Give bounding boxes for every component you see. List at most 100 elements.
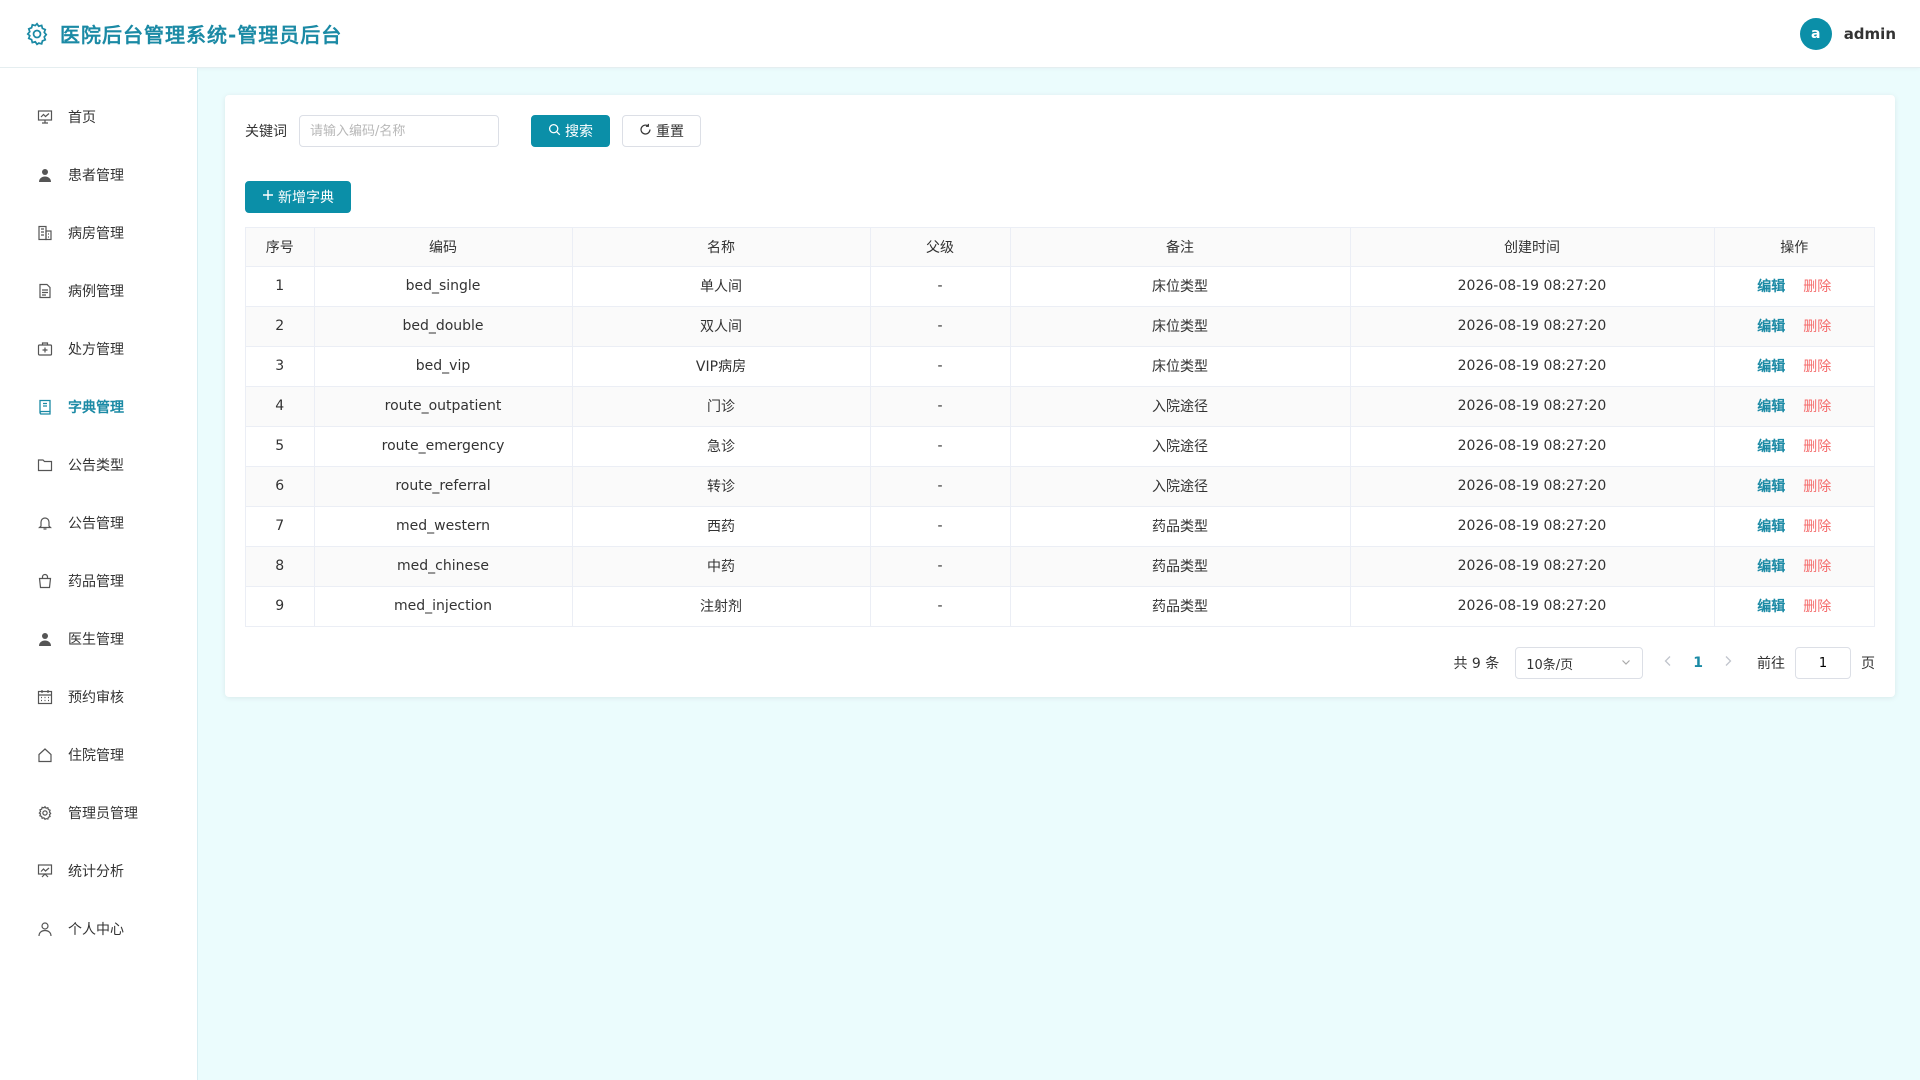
cell-index: 7 (246, 506, 315, 547)
delete-link[interactable]: 删除 (1803, 399, 1831, 415)
cell-remark: 床位类型 (1010, 346, 1351, 387)
edit-link[interactable]: 编辑 (1757, 519, 1785, 535)
cell-created: 2026-08-19 08:27:20 (1350, 466, 1715, 507)
chevron-down-icon (1620, 656, 1632, 671)
bell-icon (36, 514, 54, 532)
cell-remark: 入院途径 (1010, 426, 1351, 467)
col-header-remark: 备注 (1010, 228, 1351, 267)
add-dictionary-button[interactable]: 新增字典 (245, 181, 351, 213)
keyword-input[interactable] (299, 115, 499, 147)
delete-link[interactable]: 删除 (1803, 559, 1831, 575)
sidebar-item-label: 病房管理 (68, 226, 124, 242)
sidebar-item-label: 管理员管理 (68, 806, 138, 822)
cell-name: 转诊 (572, 466, 871, 507)
building-icon (36, 224, 54, 242)
cell-parent: - (870, 586, 1011, 626)
cell-actions: 编辑 删除 (1714, 546, 1874, 587)
sidebar-item-label: 病例管理 (68, 284, 124, 300)
cell-parent: - (870, 346, 1011, 387)
next-page-icon[interactable] (1723, 655, 1733, 671)
sidebar-item-label: 公告类型 (68, 458, 124, 474)
cell-code: med_injection (314, 586, 573, 626)
page-size-select[interactable]: 10条/页 (1515, 647, 1644, 679)
top-header: 医院后台管理系统-管理员后台 a admin (0, 0, 1920, 68)
sidebar-item-profile[interactable]: 个人中心 (0, 900, 197, 958)
col-header-index: 序号 (246, 228, 315, 267)
edit-link[interactable]: 编辑 (1757, 479, 1785, 495)
cell-code: route_outpatient (314, 386, 573, 427)
edit-link[interactable]: 编辑 (1757, 559, 1785, 575)
cell-name: 急诊 (572, 426, 871, 467)
brand: 医院后台管理系统-管理员后台 (24, 19, 342, 48)
pagination: 共 9 条 10条/页 1 前往 页 (1453, 647, 1875, 679)
reset-button-label: 重置 (656, 124, 684, 140)
sidebar-item-home[interactable]: 首页 (0, 88, 197, 146)
edit-link[interactable]: 编辑 (1757, 599, 1785, 615)
prev-page-icon[interactable] (1663, 655, 1673, 671)
cell-created: 2026-08-19 08:27:20 (1350, 346, 1715, 387)
delete-link[interactable]: 删除 (1803, 519, 1831, 535)
pager: 1 (1663, 655, 1733, 671)
total-count: 共 9 条 (1453, 656, 1500, 672)
sidebar-item-statistics[interactable]: 统计分析 (0, 842, 197, 900)
sidebar-item-label: 预约审核 (68, 690, 124, 706)
sidebar-item-wards[interactable]: 病房管理 (0, 204, 197, 262)
cell-name: 双人间 (572, 306, 871, 347)
cell-name: VIP病房 (572, 346, 871, 387)
sidebar-item-notices[interactable]: 公告管理 (0, 494, 197, 552)
cell-created: 2026-08-19 08:27:20 (1350, 266, 1715, 307)
cell-name: 注射剂 (572, 586, 871, 626)
cell-actions: 编辑 删除 (1714, 266, 1874, 307)
table-row: 3 bed_vip VIP病房 - 床位类型 2026-08-19 08:27:… (246, 346, 1874, 387)
calendar-icon (36, 688, 54, 706)
col-header-created: 创建时间 (1350, 228, 1715, 267)
cell-index: 2 (246, 306, 315, 347)
search-button[interactable]: 搜索 (531, 115, 610, 147)
sidebar-item-cases[interactable]: 病例管理 (0, 262, 197, 320)
sidebar-item-medicines[interactable]: 药品管理 (0, 552, 197, 610)
sidebar-item-label: 字典管理 (68, 400, 124, 416)
add-button-label: 新增字典 (278, 190, 334, 206)
delete-link[interactable]: 删除 (1803, 319, 1831, 335)
sidebar-item-dictionary[interactable]: 字典管理 (0, 378, 197, 436)
edit-link[interactable]: 编辑 (1757, 399, 1785, 415)
cell-index: 8 (246, 546, 315, 587)
page-size-value: 10条/页 (1526, 657, 1574, 673)
sidebar-item-label: 处方管理 (68, 342, 124, 358)
page-number[interactable]: 1 (1693, 655, 1703, 671)
cell-index: 4 (246, 386, 315, 427)
delete-link[interactable]: 删除 (1803, 439, 1831, 455)
user-name[interactable]: admin (1844, 25, 1896, 43)
reset-button[interactable]: 重置 (622, 115, 701, 147)
delete-link[interactable]: 删除 (1803, 279, 1831, 295)
user-menu[interactable]: a admin (1799, 17, 1896, 50)
sidebar-item-notice-types[interactable]: 公告类型 (0, 436, 197, 494)
edit-link[interactable]: 编辑 (1757, 319, 1785, 335)
sidebar-item-inpatients[interactable]: 住院管理 (0, 726, 197, 784)
edit-link[interactable]: 编辑 (1757, 439, 1785, 455)
cell-actions: 编辑 删除 (1714, 426, 1874, 467)
sidebar-item-appointments[interactable]: 预约审核 (0, 668, 197, 726)
delete-link[interactable]: 删除 (1803, 359, 1831, 375)
sidebar-item-label: 统计分析 (68, 864, 124, 880)
sidebar-item-label: 医生管理 (68, 632, 124, 648)
col-header-parent: 父级 (870, 228, 1011, 267)
search-icon (548, 123, 561, 140)
cell-index: 3 (246, 346, 315, 387)
cell-name: 单人间 (572, 266, 871, 307)
delete-link[interactable]: 删除 (1803, 479, 1831, 495)
goto-page-input[interactable] (1795, 647, 1851, 679)
sidebar-item-doctors[interactable]: 医生管理 (0, 610, 197, 668)
avatar[interactable]: a (1799, 17, 1832, 50)
sidebar-item-admins[interactable]: 管理员管理 (0, 784, 197, 842)
cell-remark: 入院途径 (1010, 386, 1351, 427)
cell-actions: 编辑 删除 (1714, 386, 1874, 427)
sidebar-item-prescriptions[interactable]: 处方管理 (0, 320, 197, 378)
search-button-label: 搜索 (565, 124, 593, 140)
edit-link[interactable]: 编辑 (1757, 359, 1785, 375)
refresh-icon (639, 123, 652, 140)
edit-link[interactable]: 编辑 (1757, 279, 1785, 295)
delete-link[interactable]: 删除 (1803, 599, 1831, 615)
table-row: 2 bed_double 双人间 - 床位类型 2026-08-19 08:27… (246, 306, 1874, 347)
sidebar-item-patients[interactable]: 患者管理 (0, 146, 197, 204)
